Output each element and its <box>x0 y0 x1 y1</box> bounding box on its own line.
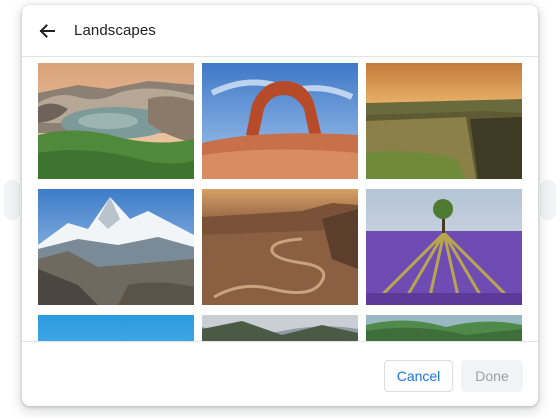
landscapes-dialog: Landscapes Cancel Done <box>22 5 538 406</box>
background-shape <box>4 180 20 220</box>
image-tile-coastal-rocks[interactable] <box>38 63 194 179</box>
image-tile-snowy-mountain[interactable] <box>38 189 194 305</box>
canyon-road-image <box>202 189 358 305</box>
cancel-button[interactable]: Cancel <box>384 360 453 392</box>
image-tile-red-arch[interactable] <box>202 63 358 179</box>
red-arch-image <box>202 63 358 179</box>
dialog-title: Landscapes <box>74 22 156 39</box>
image-tile-sunset-cliffs[interactable] <box>366 63 522 179</box>
arrow-back-icon <box>39 24 55 38</box>
dialog-footer: Cancel Done <box>22 341 538 406</box>
lavender-field-image <box>366 189 522 305</box>
background-shape <box>540 180 556 220</box>
sunset-cliffs-image <box>366 63 522 179</box>
image-tile-lavender-field[interactable] <box>366 189 522 305</box>
coastal-rocks-image <box>38 63 194 179</box>
done-button[interactable]: Done <box>461 360 523 392</box>
back-button[interactable] <box>32 16 62 46</box>
snowy-mountain-image <box>38 189 194 305</box>
image-tile-canyon-road[interactable] <box>202 189 358 305</box>
image-grid <box>22 57 538 345</box>
dialog-header: Landscapes <box>22 5 538 57</box>
